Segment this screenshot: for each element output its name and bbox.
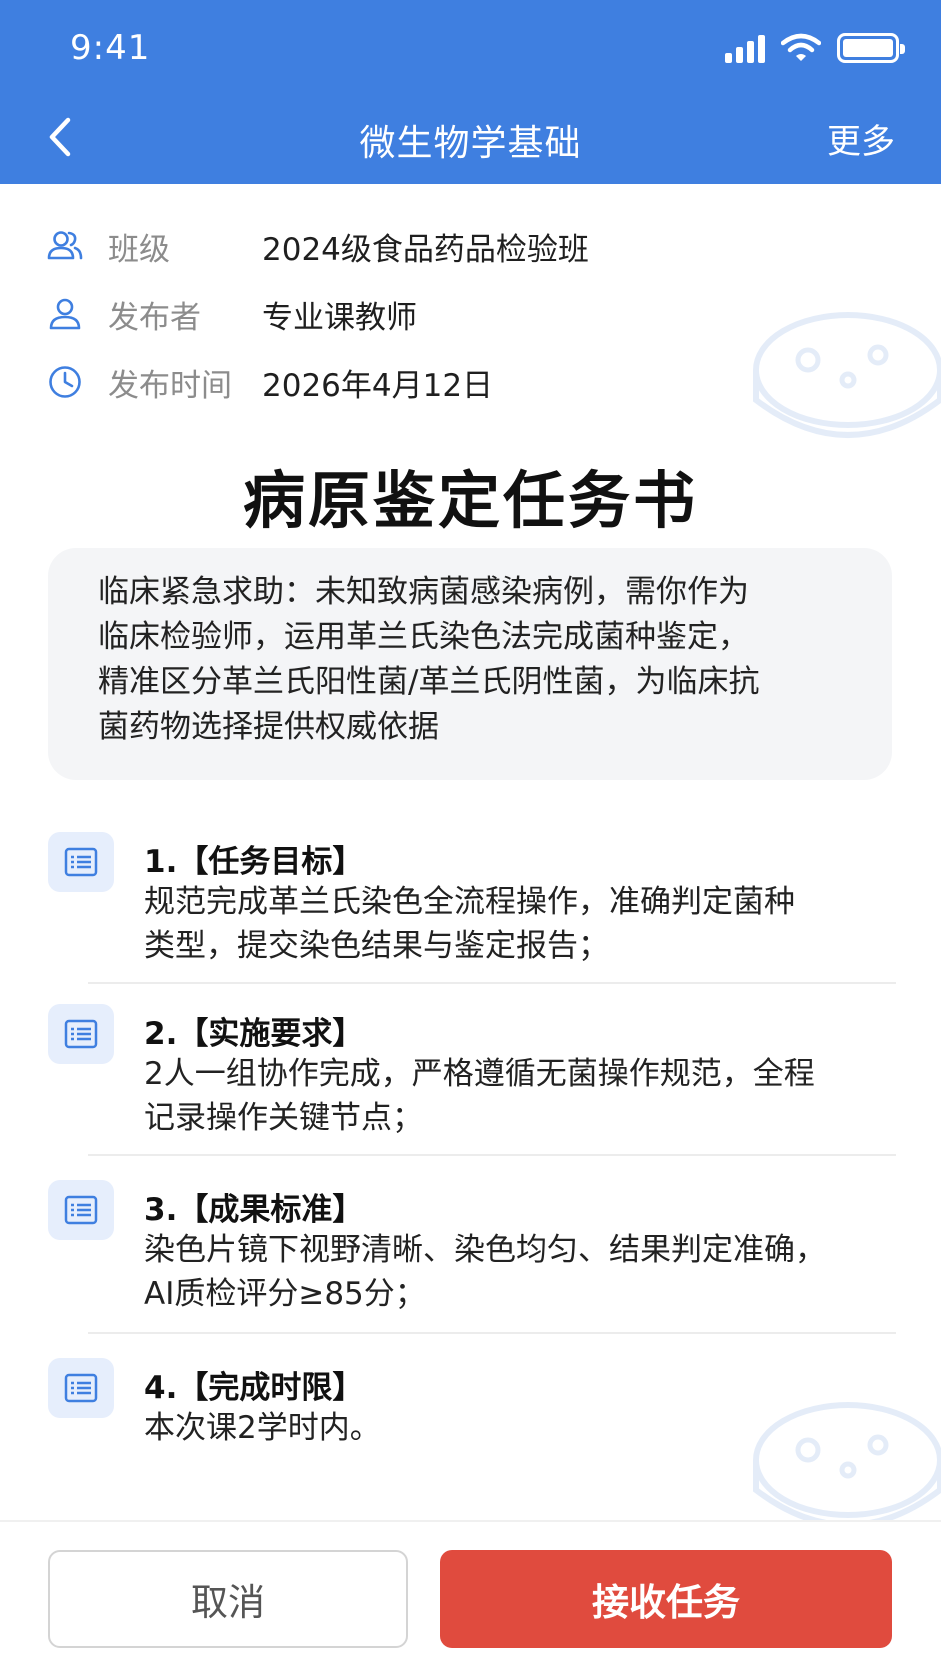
- task-title: 4.【完成时限】: [144, 1370, 364, 1406]
- header: 9:41 微生物学基础 更多: [0, 0, 941, 184]
- task-item: 1.【任务目标】 规范完成革兰氏染色全流程操作，准确判定菌种 类型，提交染色结果…: [48, 820, 892, 980]
- meta-row-publish-time: 发布时间 2026年4月12日: [0, 348, 941, 416]
- intro-box: 临床紧急求助：未知致病菌感染病例，需你作为 临床检验师，运用革兰氏染色法完成菌种…: [48, 548, 892, 780]
- divider: [88, 982, 896, 984]
- status-bar: 9:41: [0, 0, 941, 100]
- task-line: 记录操作关键节点；: [144, 1100, 423, 1136]
- task-line: 规范完成革兰氏染色全流程操作，准确判定菌种: [144, 884, 795, 920]
- task-meta: 班级 2024级食品药品检验班 发布者 专业课教师 发布时间 2026年4月12…: [0, 212, 941, 416]
- task-body: 2人一组协作完成，严格遵循无菌操作规范，全程 记录操作关键节点；: [144, 1052, 864, 1140]
- meta-label: 班级: [108, 231, 170, 268]
- intro-line: 临床检验师，运用革兰氏染色法完成菌种鉴定，: [98, 619, 749, 655]
- battery-icon: [837, 33, 905, 63]
- status-icons: [725, 28, 905, 68]
- task-body: 规范完成革兰氏染色全流程操作，准确判定菌种 类型，提交染色结果与鉴定报告；: [144, 880, 864, 968]
- task-item: 2.【实施要求】 2人一组协作完成，严格遵循无菌操作规范，全程 记录操作关键节点…: [48, 992, 892, 1152]
- task-item: 3.【成果标准】 染色片镜下视野清晰、染色均匀、结果判定准确， AI质检评分≥8…: [48, 1168, 892, 1328]
- intro-line: 临床紧急求助：未知致病菌感染病例，需你作为: [98, 574, 749, 610]
- nav-bar: 微生物学基础 更多: [0, 100, 941, 184]
- meta-label: 发布者: [108, 299, 201, 336]
- intro-line: 精准区分革兰氏阳性菌/革兰氏阴性菌，为临床抗: [98, 664, 760, 700]
- meta-label: 发布时间: [108, 367, 232, 404]
- list-icon: [48, 1004, 114, 1064]
- task-item: 4.【完成时限】 本次课2学时内。: [48, 1346, 892, 1466]
- task-line: 染色片镜下视野清晰、染色均匀、结果判定准确，: [144, 1232, 826, 1268]
- clock-icon: [49, 366, 81, 398]
- user-icon: [49, 298, 81, 330]
- meta-row-publisher: 发布者 专业课教师: [0, 280, 941, 348]
- intro-line: 菌药物选择提供权威依据: [98, 709, 439, 745]
- task-title: 1.【任务目标】: [144, 844, 364, 880]
- bottom-action-bar: 取消 接收任务: [0, 1520, 941, 1672]
- task-detail-page: 9:41 微生物学基础 更多 班级 2024级食品药品检验班 发布者 专业课教师…: [0, 0, 941, 1672]
- cellular-signal-icon: [725, 33, 765, 63]
- cancel-button[interactable]: 取消: [48, 1550, 408, 1648]
- meta-row-class: 班级 2024级食品药品检验班: [0, 212, 941, 280]
- document-title: 病原鉴定任务书: [242, 464, 698, 537]
- more-button[interactable]: 更多: [827, 114, 895, 163]
- list-icon: [48, 1358, 114, 1418]
- status-time: 9:41: [70, 28, 151, 68]
- task-title: 3.【成果标准】: [144, 1192, 364, 1228]
- task-line: 2人一组协作完成，严格遵循无菌操作规范，全程: [144, 1056, 815, 1092]
- meta-value: 2026年4月12日: [262, 367, 494, 404]
- task-line: 本次课2学时内。: [144, 1410, 381, 1446]
- wifi-icon: [781, 33, 821, 61]
- list-icon: [48, 1180, 114, 1240]
- task-title: 2.【实施要求】: [144, 1016, 364, 1052]
- task-line: 类型，提交染色结果与鉴定报告；: [144, 928, 609, 964]
- divider: [88, 1332, 896, 1334]
- task-body: 本次课2学时内。: [144, 1406, 864, 1450]
- task-line: AI质检评分≥85分；: [144, 1276, 426, 1312]
- accept-task-button[interactable]: 接收任务: [440, 1550, 892, 1648]
- meta-value: 专业课教师: [262, 299, 417, 336]
- meta-value: 2024级食品药品检验班: [262, 231, 589, 268]
- divider: [88, 1154, 896, 1156]
- page-title: 微生物学基础: [359, 123, 582, 164]
- list-icon: [48, 832, 114, 892]
- group-icon: [47, 231, 83, 260]
- task-body: 染色片镜下视野清晰、染色均匀、结果判定准确， AI质检评分≥85分；: [144, 1228, 864, 1316]
